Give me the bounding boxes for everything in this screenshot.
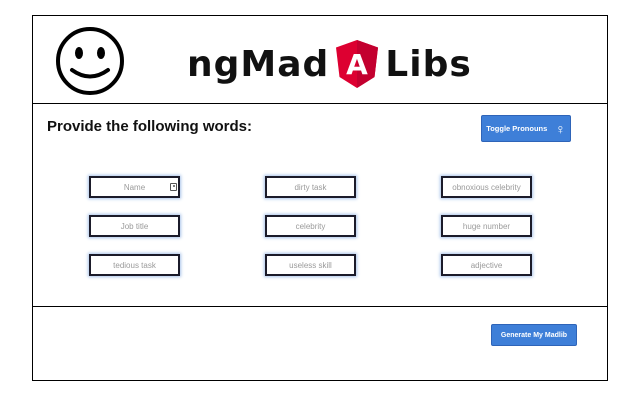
useless-skill-input[interactable]	[265, 254, 356, 276]
smiley-face-icon	[56, 27, 124, 95]
generate-madlib-button[interactable]: Generate My Madlib	[491, 324, 577, 346]
app-frame: ngMad A Libs Provide the following words…	[32, 15, 608, 381]
page-title: Provide the following words:	[47, 118, 253, 135]
logo-text-left: ngMad	[187, 43, 330, 85]
contact-card-icon[interactable]	[170, 183, 177, 191]
tedious-task-input[interactable]	[89, 254, 180, 276]
adjective-input[interactable]	[441, 254, 532, 276]
app-logo: ngMad A Libs	[187, 36, 472, 92]
toggle-pronouns-label: Toggle Pronouns	[486, 124, 548, 133]
logo-text-right: Libs	[385, 43, 472, 85]
celebrity-input[interactable]	[265, 215, 356, 237]
name-input[interactable]	[89, 176, 180, 198]
female-venus-icon: ♀	[555, 120, 566, 137]
toggle-pronouns-button[interactable]: Toggle Pronouns ♀	[481, 115, 571, 142]
huge-number-input[interactable]	[441, 215, 532, 237]
dirty-task-input[interactable]	[265, 176, 356, 198]
header: ngMad A Libs	[33, 16, 607, 104]
obnoxious-celebrity-input[interactable]	[441, 176, 532, 198]
job-title-input[interactable]	[89, 215, 180, 237]
logo-badge-letter: A	[346, 48, 368, 81]
word-form: Provide the following words: Toggle Pron…	[33, 104, 607, 307]
angular-shield-icon: A	[336, 40, 379, 88]
